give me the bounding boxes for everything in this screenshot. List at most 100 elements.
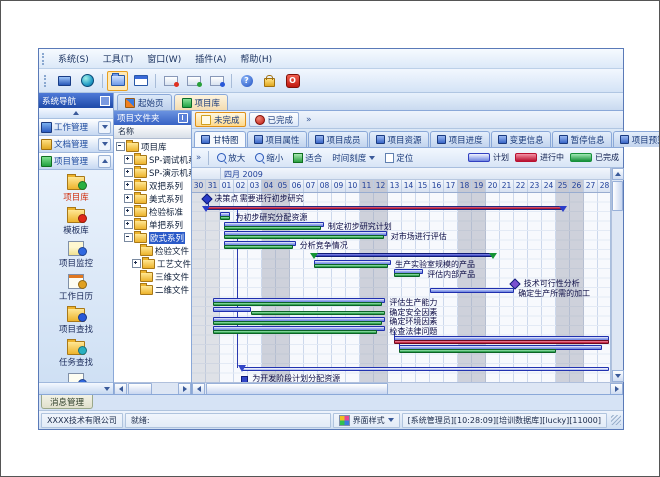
tree-node-工艺文件[interactable]: 工艺文件 — [114, 257, 191, 270]
filter-未完成[interactable]: 未完成 — [195, 112, 246, 127]
gantt-task-row[interactable]: 确定环境因素 — [192, 317, 610, 327]
mail-green-button[interactable] — [183, 71, 204, 91]
gantt-task-row[interactable]: 确定安全因素 — [192, 307, 610, 317]
menu-item-5[interactable]: 帮助(H) — [233, 50, 279, 67]
interface-style-selector[interactable]: 界面样式 — [333, 413, 400, 428]
gantt-task-row[interactable]: 对市场进行评估 — [192, 231, 610, 241]
gantt-task-row[interactable] — [192, 336, 610, 346]
gantt-task-row[interactable] — [192, 203, 610, 213]
tab-message-management[interactable]: 消息管理 — [41, 395, 93, 409]
tree-node-双把系列[interactable]: 双把系列 — [114, 179, 191, 192]
globe-button[interactable] — [77, 71, 98, 91]
gantt-body[interactable]: 决策点需要进行初步研究为初步研究分配资源制定初步研究计划对市场进行评估分析竞争情… — [192, 193, 610, 382]
sidebar-window-icon[interactable] — [100, 96, 110, 106]
gantt-task-row[interactable]: 技术可行性分析 — [192, 279, 610, 289]
expand-icon[interactable] — [124, 220, 133, 229]
monitor-button[interactable] — [54, 71, 75, 91]
tree-node-项目库[interactable]: 项目库 — [114, 140, 191, 153]
pin-icon[interactable] — [178, 113, 188, 123]
mail-blue-button[interactable] — [206, 71, 227, 91]
gantt-hscroll-thumb[interactable] — [206, 383, 388, 395]
sidebar-item-任务查找[interactable]: 任务查找 — [41, 338, 111, 368]
tree-node-二维文件[interactable]: 二维文件 — [114, 283, 191, 296]
resize-grip[interactable] — [611, 415, 621, 425]
doc-tab-起始页[interactable]: 起始页 — [117, 94, 172, 110]
sidebar-collapse-strip[interactable] — [39, 108, 113, 119]
gantt-task-row[interactable]: 检查法律问题 — [192, 326, 610, 336]
gantt-task-row[interactable]: 为开发阶段计划分配资源 — [192, 374, 610, 383]
gantt-tab-项目预算[interactable]: 项目预算 — [613, 131, 660, 147]
filter-已完成[interactable]: 已完成 — [249, 112, 300, 127]
sidebar-group-1[interactable]: 工作管理 — [39, 119, 113, 136]
gantt-task-row[interactable]: 为初步研究分配资源 — [192, 212, 610, 222]
stop-button[interactable]: O — [282, 71, 303, 91]
gantt-tab-变更信息[interactable]: 变更信息 — [491, 131, 551, 147]
doc-tab-项目库[interactable]: 项目库 — [174, 94, 229, 110]
gantt-tab-项目属性[interactable]: 项目属性 — [247, 131, 307, 147]
gantt-task-row[interactable]: 决策点需要进行初步研究 — [192, 193, 610, 203]
gantt-task-row[interactable] — [192, 250, 610, 260]
sidebar-item-项目查找[interactable]: 项目查找 — [41, 305, 111, 335]
gantt-task-row[interactable]: 生产实验室规模的产品 — [192, 260, 610, 270]
gantt-tab-项目进度[interactable]: 项目进度 — [430, 131, 490, 147]
group-chevron-icon[interactable] — [98, 155, 111, 168]
sidebar-item-模板库[interactable]: 模板库 — [41, 206, 111, 236]
gantt-hscrollbar[interactable] — [192, 382, 623, 394]
gantt-task-row[interactable]: 分析竞争情况 — [192, 241, 610, 251]
sidebar-item-项目监控[interactable]: 项目监控 — [41, 239, 111, 269]
gantt-task-row[interactable] — [192, 345, 610, 355]
放大-button[interactable]: 放大 — [212, 150, 250, 166]
filter-more-chevron[interactable]: » — [306, 115, 312, 125]
gantt-vscrollbar[interactable] — [611, 168, 623, 382]
tree-hscroll-thumb[interactable] — [128, 383, 152, 395]
expand-icon[interactable] — [124, 155, 133, 164]
sidebar-item-工作日历[interactable]: 工作日历 — [41, 272, 111, 302]
时间刻度-button[interactable]: 时间刻度 — [327, 150, 380, 166]
collapse-icon[interactable] — [124, 233, 133, 242]
适合-button[interactable]: 适合 — [288, 150, 327, 166]
tree-node-美式系列[interactable]: 美式系列 — [114, 192, 191, 205]
tree-node-检验标准[interactable]: 检验标准 — [114, 205, 191, 218]
gantt-task-row[interactable] — [192, 355, 610, 365]
menu-item-3[interactable]: 窗口(W) — [140, 50, 188, 67]
tree-node-三维文件[interactable]: 三维文件 — [114, 270, 191, 283]
scroll-right-button[interactable] — [610, 383, 623, 395]
gantt-task-row[interactable]: 确定生产所需的加工 — [192, 288, 610, 298]
sidebar-group-2[interactable]: 文档管理 — [39, 136, 113, 153]
gantt-task-row[interactable] — [192, 364, 610, 374]
collapse-icon[interactable] — [116, 142, 125, 151]
group-chevron-icon[interactable] — [98, 121, 111, 134]
sidebar-group-3[interactable]: 项目管理 — [39, 153, 113, 170]
tree-node-SP-演示机系[interactable]: SP-演示机系 — [114, 166, 191, 179]
定位-button[interactable]: 定位 — [380, 150, 418, 166]
expand-icon[interactable] — [124, 168, 133, 177]
gantt-tab-项目成员[interactable]: 项目成员 — [308, 131, 368, 147]
gantt-tab-甘特图[interactable]: 甘特图 — [194, 131, 246, 147]
scroll-up-button[interactable] — [612, 168, 624, 180]
scroll-down-button[interactable] — [612, 370, 624, 382]
menu-item-2[interactable]: 工具(T) — [96, 50, 141, 67]
scroll-left-button[interactable] — [114, 383, 127, 395]
sidebar-item-项目库[interactable]: 项目库 — [41, 173, 111, 203]
sidebar-item-项目文档查找[interactable]: 项目文档查找 — [41, 371, 111, 382]
toolbar-overflow-chevron[interactable]: » — [196, 153, 201, 163]
gantt-vscroll-thumb[interactable] — [612, 181, 623, 211]
tree-node-SP-调试机系[interactable]: SP-调试机系 — [114, 153, 191, 166]
scroll-right-button[interactable] — [178, 383, 191, 395]
gantt-task-row[interactable]: 制定初步研究计划 — [192, 222, 610, 232]
tree-hscrollbar[interactable] — [114, 382, 191, 394]
group-chevron-icon[interactable] — [98, 138, 111, 151]
help-button[interactable]: ? — [236, 71, 257, 91]
gantt-task-row[interactable]: 评估内部产品 — [192, 269, 610, 279]
sidebar-bottom-panel[interactable] — [39, 382, 113, 394]
lock-button[interactable] — [259, 71, 280, 91]
menu-item-1[interactable]: 系统(S) — [51, 50, 96, 67]
scroll-left-button[interactable] — [192, 383, 205, 395]
gantt-tab-项目资源[interactable]: 项目资源 — [369, 131, 429, 147]
folder-button[interactable] — [107, 71, 128, 91]
tree-node-检验文件[interactable]: 检验文件 — [114, 244, 191, 257]
缩小-button[interactable]: 缩小 — [250, 150, 288, 166]
tree-node-单把系列[interactable]: 单把系列 — [114, 218, 191, 231]
tree-column-header[interactable]: 名称 — [114, 125, 191, 139]
tree-node-欧式系列[interactable]: 欧式系列 — [114, 231, 191, 244]
